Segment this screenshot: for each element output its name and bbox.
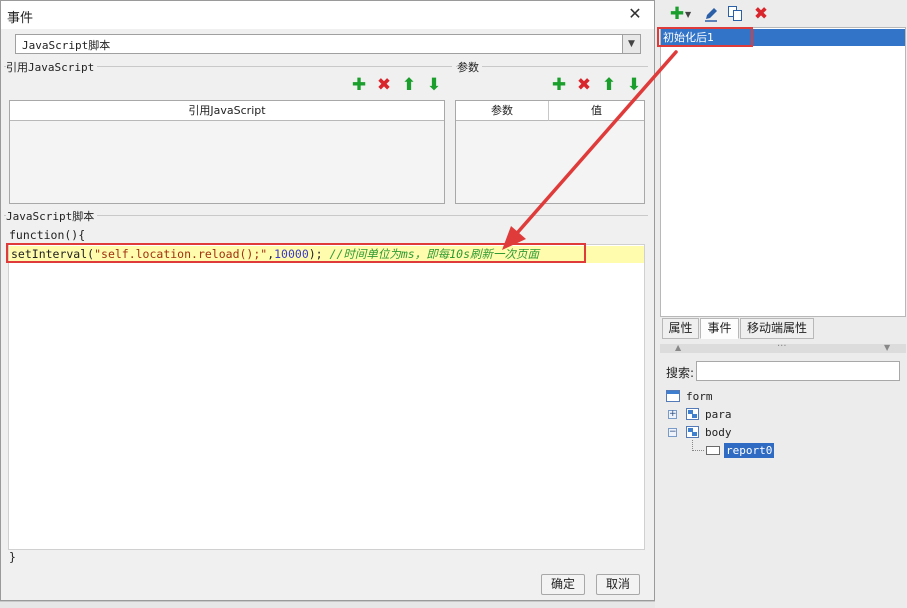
splitter-up-icon[interactable]: ▲ [675, 343, 681, 352]
code-function-close: } [9, 550, 16, 564]
script-section-label: JavaScript脚本 [6, 208, 98, 224]
params-add-icon[interactable]: ✚ [550, 76, 568, 94]
script-section-divider [4, 215, 648, 216]
dialog-title-bar: 事件 ✕ [1, 1, 654, 29]
event-annotation-box [657, 27, 753, 47]
expand-plus-icon[interactable]: + [668, 410, 677, 419]
search-label: 搜索: [666, 366, 695, 380]
event-list[interactable]: 初始化后1 [660, 27, 906, 317]
params-table[interactable]: 参数 值 [455, 100, 645, 204]
script-type-select[interactable]: JavaScript脚本 ▼ [15, 34, 641, 54]
params-arrow-down-icon[interactable]: ⬇ [625, 76, 643, 94]
code-editor[interactable]: setInterval("self.location.reload();",10… [8, 244, 645, 550]
dialog-title: 事件 [7, 11, 34, 26]
search-input[interactable] [696, 361, 900, 381]
code-annotation-box [6, 243, 586, 263]
splitter-down-icon[interactable]: ▼ [884, 343, 890, 352]
tree-node-para[interactable]: para [705, 408, 732, 421]
ok-button[interactable]: 确定 [541, 574, 585, 595]
pencil-icon[interactable] [703, 5, 719, 23]
params-section-label: 参数 [457, 59, 482, 75]
params-delete-icon[interactable]: ✖ [575, 76, 593, 94]
close-icon[interactable]: ✕ [626, 5, 644, 23]
tree-node-body[interactable]: body [705, 426, 732, 439]
tab-properties[interactable]: 属性 [662, 318, 699, 339]
bottom-strip [0, 601, 655, 608]
ref-js-table[interactable]: 引用JavaScript [9, 100, 445, 204]
body-node-icon [686, 426, 699, 438]
copy-icon[interactable] [727, 5, 743, 23]
ref-add-icon[interactable]: ✚ [350, 76, 368, 94]
collapse-minus-icon[interactable]: − [668, 428, 677, 437]
code-function-open: function(){ [9, 228, 86, 242]
ref-arrow-up-icon[interactable]: ⬆ [400, 76, 418, 94]
para-node-icon [686, 408, 699, 420]
ref-js-table-header: 引用JavaScript [10, 101, 444, 121]
add-event-icon[interactable]: ✚ [668, 5, 686, 23]
tab-events[interactable]: 事件 [700, 318, 739, 339]
splitter-grip-icon[interactable]: ··· [777, 341, 787, 352]
ref-section-label: 引用JavaScript [6, 59, 98, 75]
tree-connector [692, 440, 704, 451]
params-header-value: 值 [549, 101, 644, 121]
params-arrow-up-icon[interactable]: ⬆ [600, 76, 618, 94]
script-type-value: JavaScript脚本 [22, 39, 111, 52]
tab-mobile-properties[interactable]: 移动端属性 [740, 318, 814, 339]
ref-delete-icon[interactable]: ✖ [375, 76, 393, 94]
delete-event-icon[interactable]: ✖ [752, 5, 770, 23]
params-section-divider [456, 66, 648, 67]
chevron-down-icon[interactable]: ▼ [685, 10, 691, 19]
ref-arrow-down-icon[interactable]: ⬇ [425, 76, 443, 94]
tree-node-form[interactable]: form [686, 390, 713, 403]
report-node-icon [706, 446, 720, 455]
tree-node-report0[interactable]: report0 [724, 443, 775, 458]
form-icon [666, 390, 680, 402]
params-header-param: 参数 [456, 101, 549, 121]
chevron-down-icon[interactable]: ▼ [622, 35, 640, 53]
cancel-button[interactable]: 取消 [596, 574, 640, 595]
